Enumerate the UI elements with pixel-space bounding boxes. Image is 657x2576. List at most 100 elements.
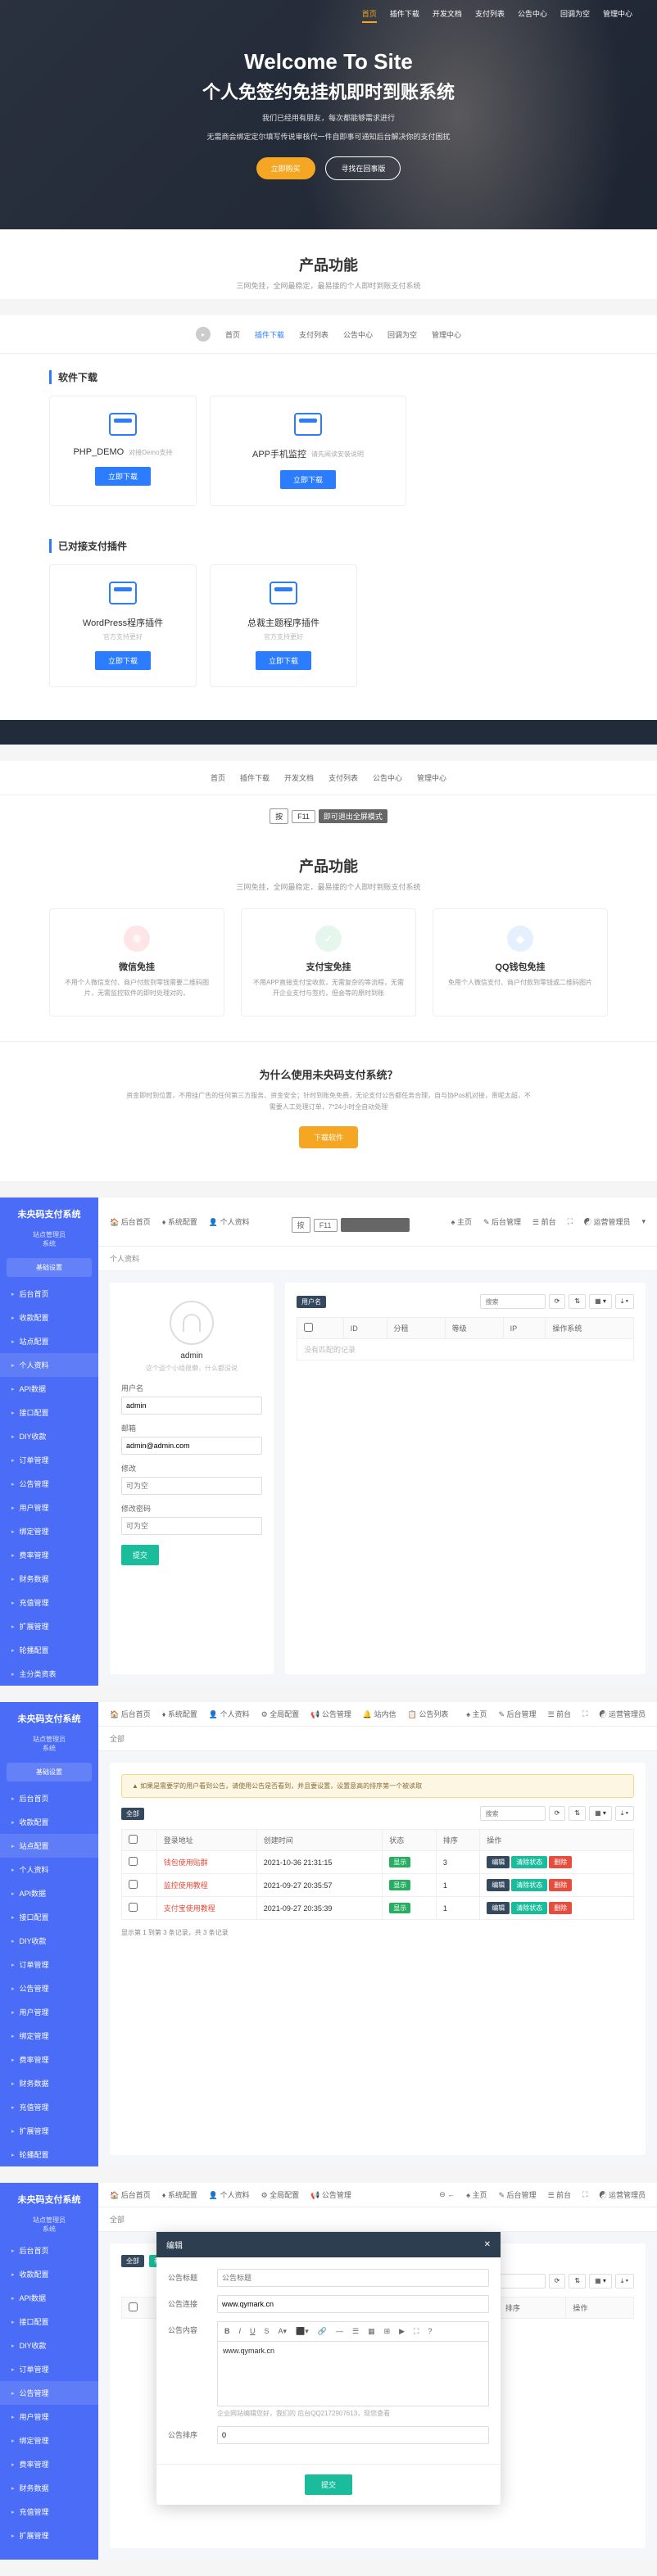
sidebar-item[interactable]: 轮播配置: [0, 1638, 98, 1662]
sidebar-item[interactable]: 订单管理: [0, 1448, 98, 1472]
sidebar-item[interactable]: 扩展管理: [0, 2119, 98, 2143]
sidebar-item[interactable]: 财务数据: [0, 2071, 98, 2095]
buy-now-button[interactable]: 立即购买: [256, 157, 315, 179]
submit-button[interactable]: 提交: [121, 1545, 159, 1565]
th[interactable]: 登录地址: [156, 1830, 256, 1851]
topbar-item[interactable]: ♠ 主页: [451, 1216, 472, 1227]
nav-item[interactable]: 回调为空: [560, 8, 590, 23]
subnav-item[interactable]: 开发文档: [284, 772, 314, 783]
bgcolor-icon[interactable]: ⬛▾: [292, 2325, 312, 2338]
select-all-checkbox[interactable]: [129, 1835, 138, 1844]
subnav-item[interactable]: 管理中心: [417, 772, 446, 783]
italic-icon[interactable]: I: [236, 2325, 245, 2338]
sidebar-item[interactable]: 充值管理: [0, 2500, 98, 2524]
download-button[interactable]: 立即下载: [256, 651, 311, 670]
username-input[interactable]: [121, 1397, 262, 1415]
strike-icon[interactable]: S: [261, 2325, 273, 2338]
sidebar-item[interactable]: 轮播配置: [0, 2143, 98, 2166]
select-all-checkbox[interactable]: [129, 2302, 138, 2311]
topbar-item[interactable]: ☯ 运营管理员: [599, 2189, 646, 2200]
th[interactable]: 排序: [436, 1830, 479, 1851]
subnav-item[interactable]: 管理中心: [432, 329, 461, 340]
title-input[interactable]: [217, 2269, 489, 2287]
code-icon[interactable]: —: [333, 2325, 347, 2338]
topbar-item[interactable]: 📢 公告管理: [310, 1709, 351, 1719]
nav-item[interactable]: 首页: [362, 8, 377, 23]
toggle-icon[interactable]: ⇅: [569, 1294, 586, 1309]
th[interactable]: 排序: [498, 2298, 566, 2319]
refresh-icon[interactable]: ⟳: [549, 1806, 566, 1821]
sidebar-item[interactable]: API数据: [0, 1377, 98, 1401]
topbar-item[interactable]: ⚙ 全局配置: [261, 2189, 300, 2200]
sidebar-item[interactable]: API数据: [0, 2286, 98, 2310]
sidebar-item[interactable]: 用户管理: [0, 2000, 98, 2024]
sidebar-item[interactable]: 接口配置: [0, 2310, 98, 2334]
row-checkbox[interactable]: [129, 1903, 138, 1912]
subnav-item[interactable]: 公告中心: [343, 329, 373, 340]
topbar-item[interactable]: ☯ 运营管理员: [599, 1709, 646, 1719]
nav-item[interactable]: 插件下载: [390, 8, 419, 23]
topbar-item[interactable]: 🏠 后台首页: [110, 1216, 151, 1227]
subnav-item[interactable]: 首页: [211, 772, 225, 783]
fullscreen-icon[interactable]: ⛶: [568, 1217, 573, 1226]
subnav-item[interactable]: 插件下载: [255, 329, 284, 340]
row-checkbox[interactable]: [129, 1857, 138, 1866]
nav-item[interactable]: 管理中心: [603, 8, 632, 23]
sidebar-item[interactable]: 公告管理: [0, 2381, 98, 2405]
sidebar-item[interactable]: 接口配置: [0, 1905, 98, 1929]
th[interactable]: 操作系统: [546, 1318, 634, 1339]
topbar-item[interactable]: 👤 个人资料: [209, 1709, 250, 1719]
sidebar-item[interactable]: 扩展管理: [0, 2524, 98, 2547]
refresh-icon[interactable]: ⟳: [549, 2274, 566, 2289]
sidebar-item[interactable]: 财务数据: [0, 1567, 98, 1591]
download-button[interactable]: 立即下载: [280, 470, 336, 489]
search-input[interactable]: [480, 1294, 546, 1309]
sidebar-item[interactable]: DIY收款: [0, 2334, 98, 2357]
delete-button[interactable]: 删除: [549, 1902, 572, 1914]
export-icon[interactable]: ⤓ ▾: [615, 1806, 634, 1821]
sidebar-item[interactable]: 订单管理: [0, 1953, 98, 1976]
download-button[interactable]: 立即下载: [95, 651, 151, 670]
topbar-item[interactable]: ♦ 系统配置: [162, 1709, 197, 1719]
sidebar-item[interactable]: 扩展管理: [0, 1614, 98, 1638]
sidebar-item[interactable]: 收款配置: [0, 1810, 98, 1834]
columns-icon[interactable]: ▦ ▾: [589, 2274, 612, 2289]
sidebar-item[interactable]: 后台首页: [0, 2239, 98, 2262]
sidebar-item[interactable]: 个人资料: [0, 1353, 98, 1377]
topbar-item[interactable]: ♦ 系统配置: [162, 2189, 197, 2200]
select-all-checkbox[interactable]: [304, 1323, 313, 1332]
color-icon[interactable]: A▾: [275, 2325, 291, 2338]
search-input[interactable]: [480, 1806, 546, 1821]
sidebar-item[interactable]: 财务数据: [0, 2476, 98, 2500]
subnav-item[interactable]: 回调为空: [387, 329, 417, 340]
password-input[interactable]: [121, 1517, 262, 1535]
topbar-item[interactable]: ♠ 主页: [466, 1709, 487, 1719]
image-icon[interactable]: ⊞: [381, 2325, 394, 2338]
underline-icon[interactable]: U: [247, 2325, 259, 2338]
all-button[interactable]: 全部: [121, 2255, 144, 2267]
topbar-item[interactable]: ♠ 主页: [466, 2189, 487, 2200]
bold-icon[interactable]: B: [221, 2325, 233, 2338]
sidebar-item[interactable]: 绑定管理: [0, 2024, 98, 2048]
th[interactable]: 状态: [383, 1830, 437, 1851]
submit-button[interactable]: 提交: [305, 2474, 352, 2495]
sidebar-item[interactable]: 公告管理: [0, 1472, 98, 1496]
export-icon[interactable]: ⤓ ▾: [615, 1294, 634, 1309]
topbar-item[interactable]: 🏠 后台首页: [110, 2189, 151, 2200]
topbar-item[interactable]: ✎ 后台管理: [499, 1709, 537, 1719]
topbar-item[interactable]: ☰ 前台: [532, 1216, 556, 1227]
fullscreen-icon[interactable]: ⛶: [410, 2325, 422, 2338]
sidebar-item[interactable]: 主分类资表: [0, 1662, 98, 1686]
topbar-item[interactable]: 👤 个人资料: [209, 2189, 250, 2200]
topbar-item[interactable]: ☯ 运营管理员: [584, 1216, 631, 1227]
subnav-item[interactable]: 支付列表: [328, 772, 358, 783]
sidebar-item[interactable]: 充值管理: [0, 1591, 98, 1614]
sidebar-item[interactable]: 费率管理: [0, 2452, 98, 2476]
sidebar-item[interactable]: 收款配置: [0, 1306, 98, 1329]
list-icon[interactable]: ☰: [349, 2325, 362, 2338]
sidebar-item[interactable]: 个人资料: [0, 1858, 98, 1881]
topbar-item[interactable]: 🏠 后台首页: [110, 1709, 151, 1719]
nav-item[interactable]: 支付列表: [475, 8, 505, 23]
sidebar-item[interactable]: 费率管理: [0, 1543, 98, 1567]
topbar-item[interactable]: 📋 公告列表: [408, 1709, 449, 1719]
